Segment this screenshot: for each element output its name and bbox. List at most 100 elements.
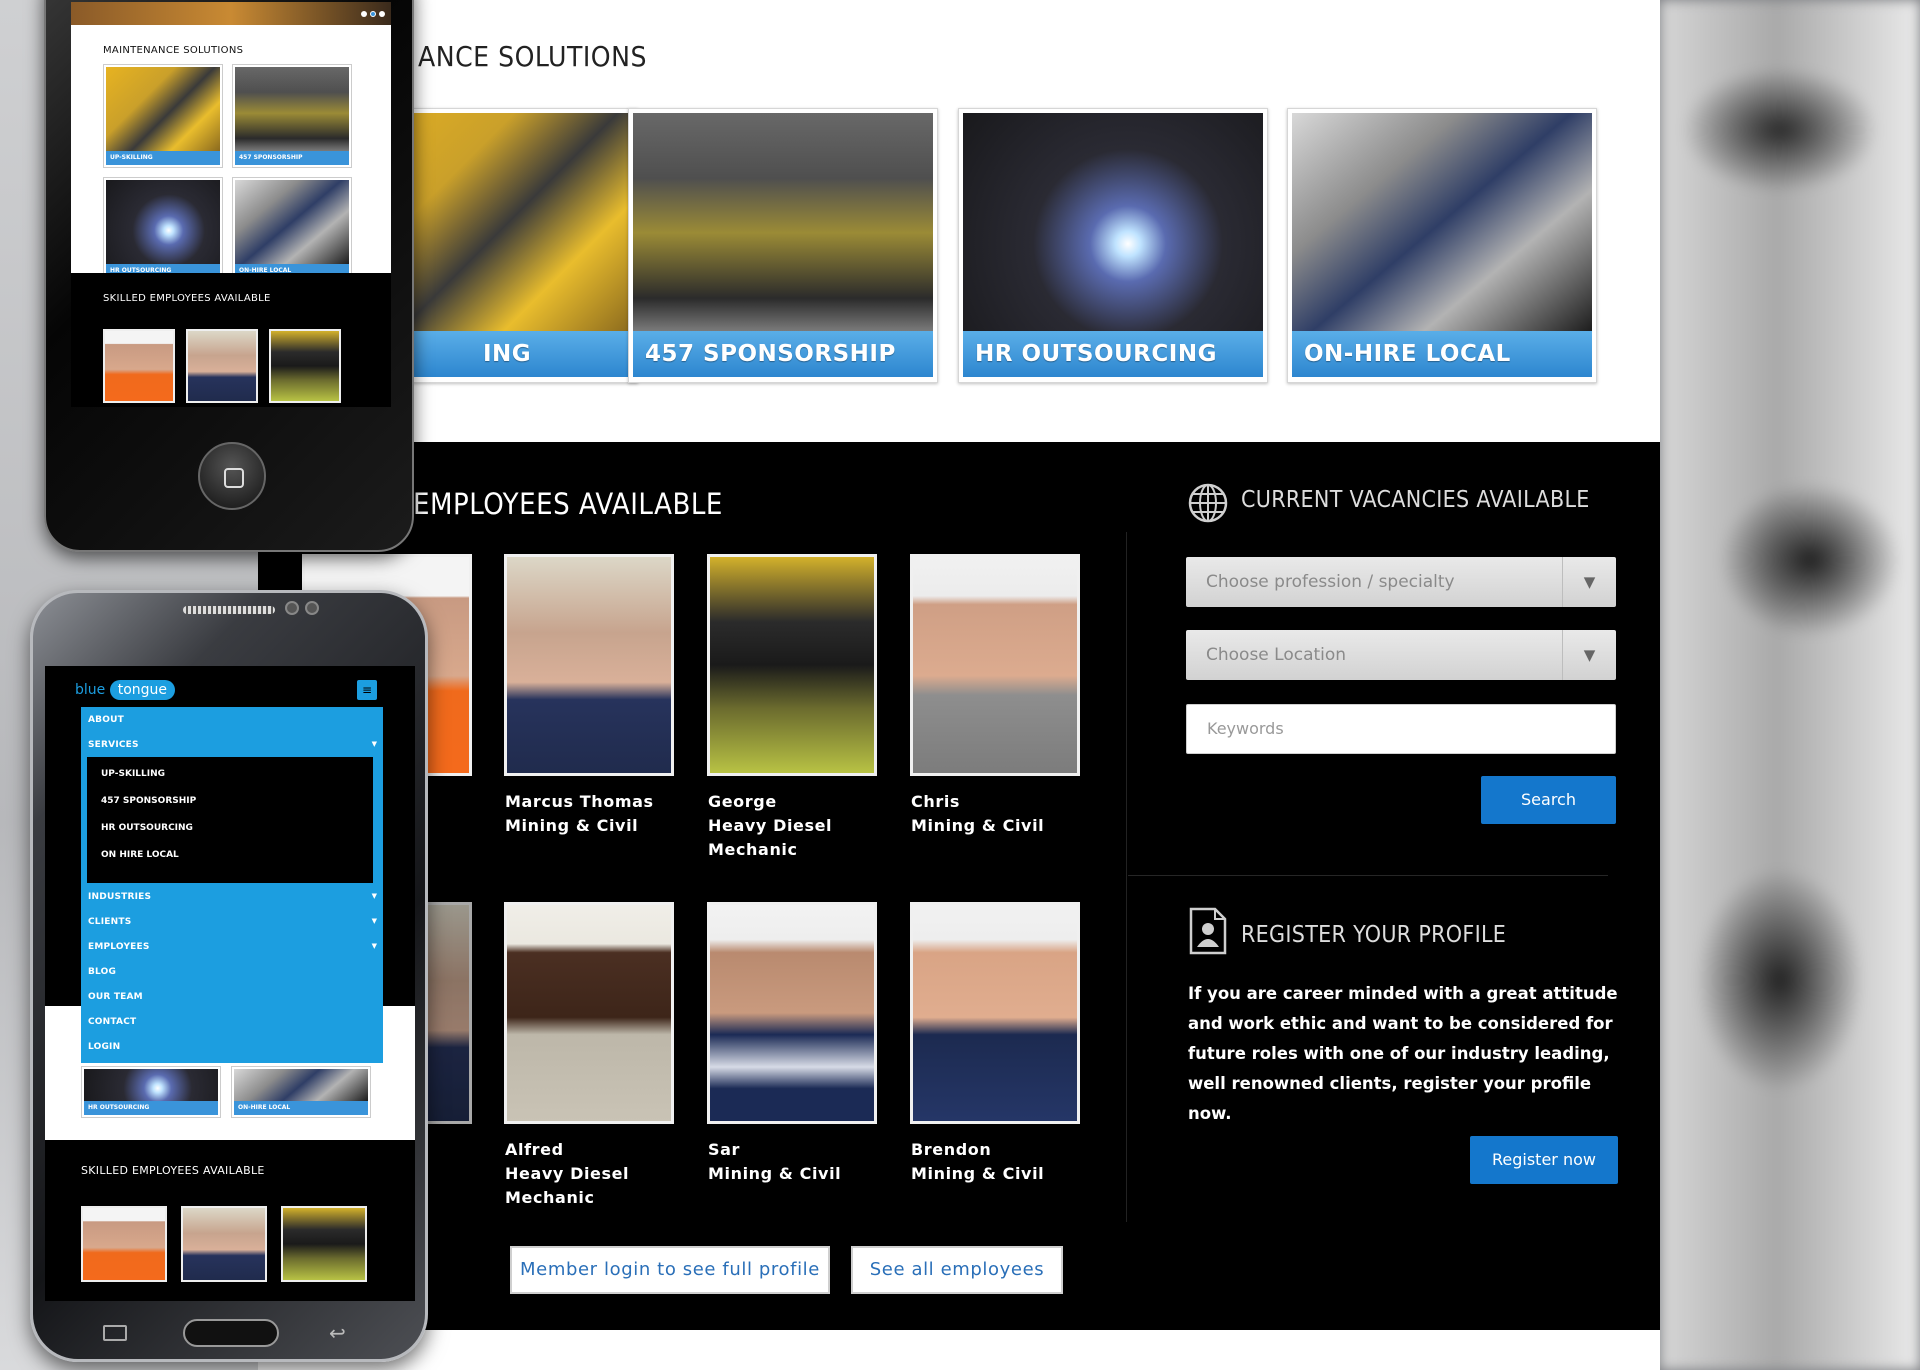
hr-outsourcing-photo (963, 113, 1263, 331)
on-hire-local-photo (235, 180, 349, 264)
see-all-employees-button[interactable]: See all employees (851, 1246, 1063, 1294)
employee-role: Mining & Civil (708, 1164, 842, 1183)
service-card-label: ON-HIRE LOCAL (1292, 331, 1592, 377)
nav-item-about[interactable]: ABOUT (88, 715, 124, 725)
skilled-employees-heading: SKILLED EMPLOYEES AVAILABLE (103, 293, 271, 304)
location-select-value: Choose Location (1206, 645, 1347, 665)
employee-photo-chris[interactable] (910, 554, 1080, 776)
employee-photo-sar[interactable] (707, 902, 877, 1124)
nav-item-blog[interactable]: BLOG (88, 967, 116, 977)
employee-photo-brendon[interactable] (910, 902, 1080, 1124)
globe-icon (1188, 483, 1228, 523)
employees-section: EMPLOYEES AVAILABLE Marcus Thomas Mining… (258, 442, 1660, 1330)
maintenance-heading: MAINTENANCE SOLUTIONS (103, 45, 244, 56)
employee-role: Mechanic (505, 1188, 595, 1207)
vacancies-heading: CURRENT VACANCIES AVAILABLE (1241, 487, 1590, 513)
menu-key-icon[interactable] (103, 1325, 127, 1341)
employee-role: Mining & Civil (911, 816, 1045, 835)
submenu-item[interactable]: 457 SPONSORSHIP (101, 796, 196, 806)
employee-photo-marcus[interactable] (504, 554, 674, 776)
keywords-input[interactable]: Keywords (1186, 704, 1616, 754)
employee-role: Mining & Civil (505, 816, 639, 835)
member-login-button[interactable]: Member login to see full profile (510, 1246, 830, 1294)
samsung-screen: blue tongue ≡ ABOUT SERVICES ▼ UP-SKILLI… (45, 666, 415, 1301)
service-card[interactable]: ON-HIRE LOCAL (231, 1066, 371, 1118)
home-square-icon (224, 468, 244, 488)
back-key-icon[interactable]: ↩ (329, 1321, 346, 1345)
employee-role: Heavy Diesel (505, 1164, 630, 1183)
submenu-item[interactable]: ON HIRE LOCAL (101, 850, 179, 860)
skilled-employees-section: SKILLED EMPLOYEES AVAILABLE (71, 273, 391, 407)
service-card-457-sponsorship[interactable]: 457 SPONSORSHIP (628, 108, 938, 383)
slider-dot[interactable] (361, 11, 367, 17)
service-card-on-hire-local[interactable]: ON-HIRE LOCAL (1287, 108, 1597, 383)
employee-photo-george[interactable] (707, 554, 877, 776)
service-card[interactable]: 457 SPONSORSHIP (232, 64, 352, 168)
service-card-label: HR OUTSOURCING (963, 331, 1263, 377)
home-key[interactable] (183, 1319, 279, 1347)
caret-down-icon: ▼ (371, 942, 377, 950)
caret-down-icon: ▼ (371, 740, 377, 748)
register-description: If you are career minded with a great at… (1188, 984, 1618, 1123)
service-card-hr-outsourcing[interactable]: HR OUTSOURCING (958, 108, 1268, 383)
nav-item-employees[interactable]: EMPLOYEES (88, 942, 150, 952)
slider-dot[interactable] (379, 11, 385, 17)
employee-info: Chris Mining & Civil (911, 790, 1044, 838)
sensor (305, 601, 319, 615)
mobile-nav-menu: ABOUT SERVICES ▼ UP-SKILLING 457 SPONSOR… (81, 707, 383, 1063)
speaker-grille (183, 606, 275, 614)
nav-item-industries[interactable]: INDUSTRIES (88, 892, 151, 902)
service-card[interactable]: ON-HIRE LOCAL (232, 177, 352, 281)
service-card[interactable]: HR OUTSOURCING (81, 1066, 221, 1118)
home-button[interactable] (198, 442, 266, 510)
nav-item-clients[interactable]: CLIENTS (88, 917, 131, 927)
register-now-button[interactable]: Register now (1470, 1136, 1618, 1184)
employee-photo[interactable] (103, 329, 175, 403)
chevron-down-icon: ▼ (1562, 630, 1616, 680)
maintenance-solutions-heading: ANCE SOLUTIONS (418, 40, 647, 73)
upskilling-photo (106, 67, 220, 151)
service-card[interactable]: UP-SKILLING (103, 64, 223, 168)
profession-select-value: Choose profession / specialty (1206, 572, 1455, 592)
employee-photo[interactable] (269, 329, 341, 403)
employees-available-heading: EMPLOYEES AVAILABLE (413, 487, 723, 521)
employee-name: George (708, 792, 777, 811)
employee-photo[interactable] (281, 1206, 367, 1282)
profile-document-icon (1189, 907, 1227, 955)
location-select[interactable]: Choose Location ▼ (1186, 630, 1616, 680)
employee-photo[interactable] (186, 329, 258, 403)
employee-photo[interactable] (81, 1206, 167, 1282)
brand-logo[interactable]: blue tongue (75, 680, 176, 700)
hamburger-menu-icon[interactable]: ≡ (357, 680, 377, 700)
employee-role: Mining & Civil (911, 1164, 1045, 1183)
employee-info: Brendon Mining & Civil (911, 1138, 1044, 1186)
service-card-label: ON-HIRE LOCAL (234, 1101, 368, 1115)
desktop-site: ANCE SOLUTIONS ING 457 SPONSORSHIP HR OU… (258, 0, 1660, 1370)
submenu-item[interactable]: HR OUTSOURCING (101, 823, 193, 833)
nav-item-login[interactable]: LOGIN (88, 1042, 120, 1052)
hero-banner-strip (71, 2, 391, 25)
service-card[interactable]: HR OUTSOURCING (103, 177, 223, 281)
employee-role: Heavy Diesel (708, 816, 833, 835)
slider-dot[interactable] (370, 11, 376, 17)
submenu-item[interactable]: UP-SKILLING (101, 769, 165, 779)
caret-down-icon: ▼ (371, 892, 377, 900)
profession-select[interactable]: Choose profession / specialty ▼ (1186, 557, 1616, 607)
nav-item-contact[interactable]: CONTACT (88, 1017, 136, 1027)
search-button[interactable]: Search (1481, 776, 1616, 824)
employee-photo-alfred[interactable] (504, 902, 674, 1124)
skilled-employees-heading: SKILLED EMPLOYEES AVAILABLE (81, 1164, 265, 1177)
employee-photo[interactable] (181, 1206, 267, 1282)
caret-down-icon: ▼ (371, 917, 377, 925)
nav-item-services[interactable]: SERVICES (88, 740, 139, 750)
hr-outsourcing-photo (84, 1069, 218, 1101)
service-card-label: UP-SKILLING (106, 151, 220, 165)
panel-divider (1128, 875, 1608, 876)
nav-item-our-team[interactable]: OUR TEAM (88, 992, 143, 1002)
employee-info: Marcus Thomas Mining & Civil (505, 790, 654, 838)
employee-role: Mechanic (708, 840, 798, 859)
employee-info: Alfred Heavy Diesel Mechanic (505, 1138, 629, 1210)
employee-info: Sar Mining & Civil (708, 1138, 841, 1186)
iphone-device: MAINTENANCE SOLUTIONS UP-SKILLING 457 SP… (44, 0, 414, 552)
slider-dots[interactable] (361, 11, 387, 17)
